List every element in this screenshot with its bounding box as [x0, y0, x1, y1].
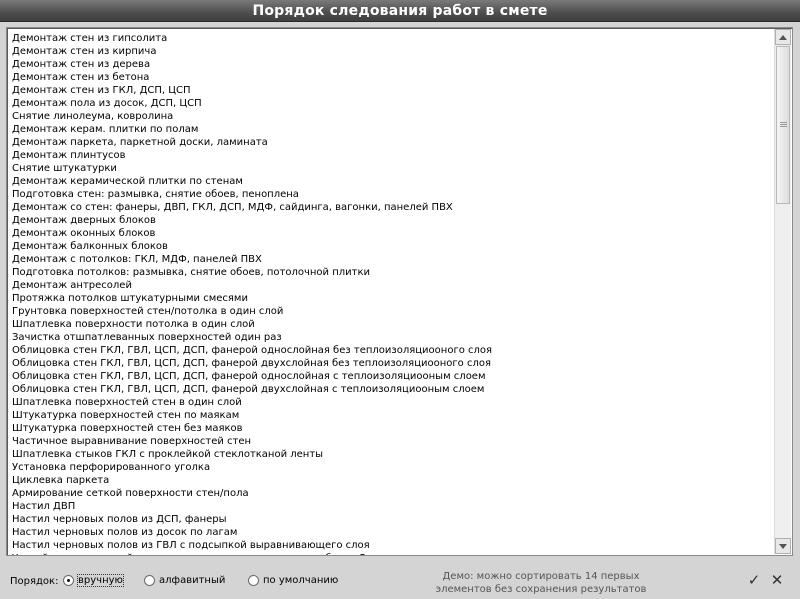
list-item[interactable]: Демонтаж стен из дерева	[12, 58, 772, 71]
list-item[interactable]: Шпатлевка поверхности потолка в один сло…	[12, 318, 772, 331]
vertical-scrollbar[interactable]	[774, 29, 791, 554]
list-item[interactable]: Облицовка стен ГКЛ, ГВЛ, ЦСП, ДСП, фанер…	[12, 344, 772, 357]
work-order-listbox[interactable]: Демонтаж стен из гипсолита Демонтаж стен …	[6, 27, 793, 556]
list-item[interactable]: Настил ДВП	[12, 500, 772, 513]
radio-alphabetical[interactable]: алфавитный	[144, 575, 225, 586]
order-label: Порядок:	[10, 576, 59, 587]
list-item[interactable]: Демонтаж керам. плитки по полам	[12, 123, 772, 136]
list-item[interactable]: Демонтаж с потолков: ГКЛ, МДФ, панелей П…	[12, 253, 772, 266]
footer-bar: Порядок: вручную алфавитный по умолчанию…	[0, 562, 800, 599]
close-button[interactable]: ✕	[768, 571, 786, 589]
radio-indicator	[248, 575, 259, 586]
work-items-list[interactable]: Демонтаж стен из гипсолита Демонтаж стен …	[12, 32, 772, 555]
demo-note-line-1: Демо: можно сортировать 14 первых	[442, 571, 640, 582]
list-item[interactable]: Штукатурка поверхностей стен без маяков	[12, 422, 772, 435]
radio-alphabetical-label: алфавитный	[159, 575, 226, 586]
scroll-up-button[interactable]	[775, 29, 791, 45]
grip-icon	[779, 122, 787, 128]
arrow-up-icon	[779, 34, 787, 40]
list-item[interactable]: Демонтаж керамической плитки по стенам	[12, 175, 772, 188]
arrow-down-icon	[779, 543, 787, 549]
list-item[interactable]: Протяжка потолков штукатурными смесями	[12, 292, 772, 305]
ok-button[interactable]: ✓	[745, 571, 763, 589]
list-item[interactable]: Подготовка стен: размывка, снятие обоев,…	[12, 188, 772, 201]
radio-manual[interactable]: вручную	[63, 574, 124, 587]
list-item[interactable]: Демонтаж оконных блоков	[12, 227, 772, 240]
close-icon: ✕	[770, 571, 784, 589]
checkmark-icon: ✓	[747, 571, 761, 589]
list-item[interactable]: Демонтаж паркета, паркетной доски, ламин…	[12, 136, 772, 149]
list-item[interactable]: Демонтаж антресолей	[12, 279, 772, 292]
list-item[interactable]: Демонтаж стен из гипсолита	[12, 32, 772, 45]
list-item[interactable]: Демонтаж пола из досок, ДСП, ЦСП	[12, 97, 772, 110]
list-item[interactable]: Демонтаж стен из кирпича	[12, 45, 772, 58]
radio-default[interactable]: по умолчанию	[248, 575, 338, 586]
list-item[interactable]: Штукатурка поверхностей стен по маякам	[12, 409, 772, 422]
list-item[interactable]: Снятие линолеума, ковролина	[12, 110, 772, 123]
title-bar: Порядок следования работ в смете	[0, 0, 800, 22]
demo-note: Демо: можно сортировать 14 первых элемен…	[421, 570, 661, 596]
list-item[interactable]: Облицовка стен ГКЛ, ГВЛ, ЦСП, ДСП, фанер…	[12, 370, 772, 383]
window-title: Порядок следования работ в смете	[252, 3, 548, 19]
list-item[interactable]: Шпатлевка стыков ГКЛ с проклейкой стекло…	[12, 448, 772, 461]
list-item[interactable]: Настил черновых полов из ДСП, фанеры	[12, 513, 772, 526]
list-item[interactable]: Облицовка стен ГКЛ, ГВЛ, ЦСП, ДСП, фанер…	[12, 383, 772, 396]
list-item[interactable]: Демонтаж со стен: фанеры, ДВП, ГКЛ, ДСП,…	[12, 201, 772, 214]
list-item[interactable]: Армирование сеткой поверхности стен/пола	[12, 487, 772, 500]
list-item[interactable]: Шпатлевка поверхностей стен в один слой	[12, 396, 772, 409]
list-item[interactable]: Подготовка потолков: размывка, снятие об…	[12, 266, 772, 279]
list-item[interactable]: Частичное выравнивание поверхностей стен	[12, 435, 772, 448]
list-item[interactable]: Демонтаж плинтусов	[12, 149, 772, 162]
list-item[interactable]: Облицовка стен ГКЛ, ГВЛ, ЦСП, ДСП, фанер…	[12, 357, 772, 370]
demo-note-line-2: элементов без сохранения результатов	[435, 584, 647, 595]
list-item[interactable]: Настил черновых полов из досок по лагам	[12, 526, 772, 539]
list-item[interactable]: Демонтаж балконных блоков	[12, 240, 772, 253]
list-item[interactable]: Снятие штукатурки	[12, 162, 772, 175]
scroll-down-button[interactable]	[775, 538, 791, 554]
radio-default-label: по умолчанию	[263, 575, 339, 586]
list-item[interactable]: Установка перфорированного уголка	[12, 461, 772, 474]
radio-manual-label: вручную	[77, 574, 124, 587]
list-item[interactable]: Зачистка отшпатлеванных поверхностей оди…	[12, 331, 772, 344]
list-item[interactable]: Демонтаж стен из ГКЛ, ДСП, ЦСП	[12, 84, 772, 97]
list-item[interactable]: Демонтаж дверных блоков	[12, 214, 772, 227]
list-item[interactable]: Грунтовка поверхностей стен/потолка в од…	[12, 305, 772, 318]
list-item[interactable]: Демонтаж стен из бетона	[12, 71, 772, 84]
list-item[interactable]: Циклевка паркета	[12, 474, 772, 487]
radio-indicator	[63, 575, 74, 586]
scrollbar-thumb[interactable]	[776, 46, 790, 204]
list-item[interactable]: Настил черновых полов из ГВЛ с подсыпкой…	[12, 539, 772, 552]
list-item[interactable]: Устройство цементной стяжки по маякам пр…	[12, 552, 772, 555]
radio-indicator	[144, 575, 155, 586]
